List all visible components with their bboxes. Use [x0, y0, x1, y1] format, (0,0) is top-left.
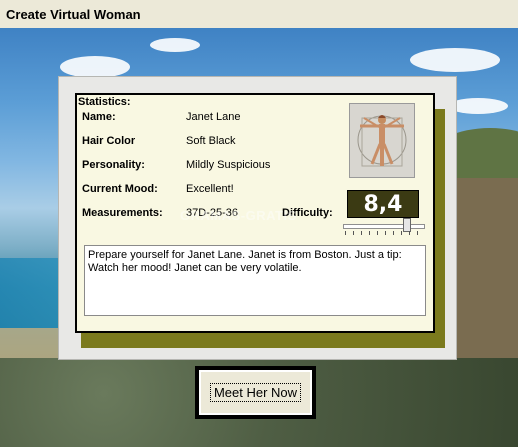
statistics-heading: Statistics: — [78, 96, 131, 108]
slider-tick — [417, 231, 418, 235]
name-label: Name: — [82, 111, 116, 123]
watermark: GRAMAS-GRATIS — [180, 208, 297, 223]
measurements-label: Measurements: — [82, 207, 163, 219]
slider-tick — [409, 231, 410, 235]
hair-color-value: Soft Black — [186, 135, 236, 147]
current-mood-value: Excellent! — [186, 183, 234, 195]
cloud — [150, 38, 200, 52]
slider-track — [343, 224, 425, 229]
window-title: Create Virtual Woman — [6, 7, 141, 22]
slider-tick — [401, 231, 402, 235]
difficulty-value-display: 8,4 — [347, 190, 419, 218]
hair-color-label: Hair Color — [82, 135, 136, 147]
cloud — [60, 56, 130, 78]
title-bar: Create Virtual Woman — [0, 0, 518, 28]
slider-tick — [369, 231, 370, 235]
meet-her-now-button[interactable]: Meet Her Now — [195, 366, 316, 419]
vitruvian-figure-image — [349, 103, 415, 178]
cloud — [448, 98, 508, 114]
slider-tick — [385, 231, 386, 235]
current-mood-label: Current Mood: — [82, 183, 158, 195]
description-textbox[interactable]: Prepare yourself for Janet Lane. Janet i… — [84, 245, 426, 316]
name-value: Janet Lane — [186, 111, 241, 123]
personality-value: Mildly Suspicious — [186, 159, 271, 171]
slider-tick — [361, 231, 362, 235]
cloud — [410, 48, 500, 72]
slider-tick — [345, 231, 346, 235]
slider-tick — [393, 231, 394, 235]
meet-her-now-button-face[interactable]: Meet Her Now — [199, 370, 312, 415]
meet-her-now-label: Meet Her Now — [209, 383, 302, 402]
slider-tick — [353, 231, 354, 235]
slider-thumb[interactable] — [403, 218, 412, 232]
slider-tick — [377, 231, 378, 235]
personality-label: Personality: — [82, 159, 145, 171]
difficulty-slider[interactable] — [341, 218, 425, 236]
